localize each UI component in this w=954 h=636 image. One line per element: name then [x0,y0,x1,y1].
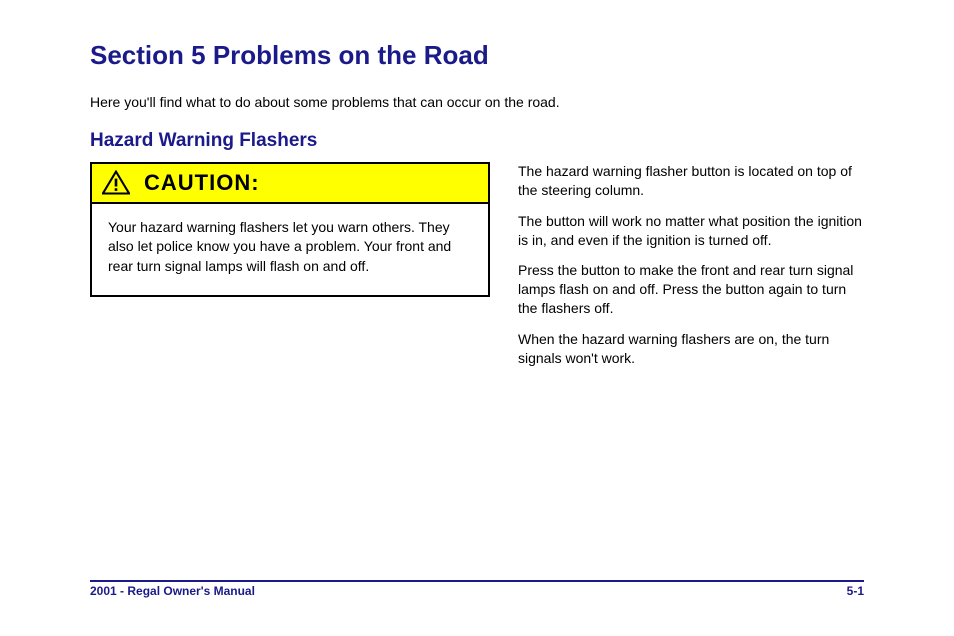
right-column: The hazard warning flasher button is loc… [518,162,864,380]
subsection-heading: Hazard Warning Flashers [90,130,864,152]
page-number: 5-1 [847,584,864,598]
footer-prev-label: 2001 - Regal Owner's Manual [90,584,255,598]
body-paragraph: When the hazard warning flashers are on,… [518,330,864,368]
page-content: Section 5 Problems on the Road Here you'… [0,0,954,380]
page-footer: 2001 - Regal Owner's Manual 5-1 [90,580,864,598]
caution-box: CAUTION: Your hazard warning flashers le… [90,162,490,297]
intro-paragraph: Here you'll find what to do about some p… [90,93,860,112]
caution-body-text: Your hazard warning flashers let you war… [92,204,488,295]
body-paragraph: Press the button to make the front and r… [518,261,864,318]
caution-header: CAUTION: [92,164,488,204]
left-column: CAUTION: Your hazard warning flashers le… [90,162,490,380]
section-heading: Section 5 Problems on the Road [90,40,864,71]
caution-label: CAUTION: [144,170,260,196]
body-paragraph: The button will work no matter what posi… [518,212,864,250]
body-paragraph: The hazard warning flasher button is loc… [518,162,864,200]
two-column-layout: CAUTION: Your hazard warning flashers le… [90,162,864,380]
warning-triangle-icon [102,170,130,196]
